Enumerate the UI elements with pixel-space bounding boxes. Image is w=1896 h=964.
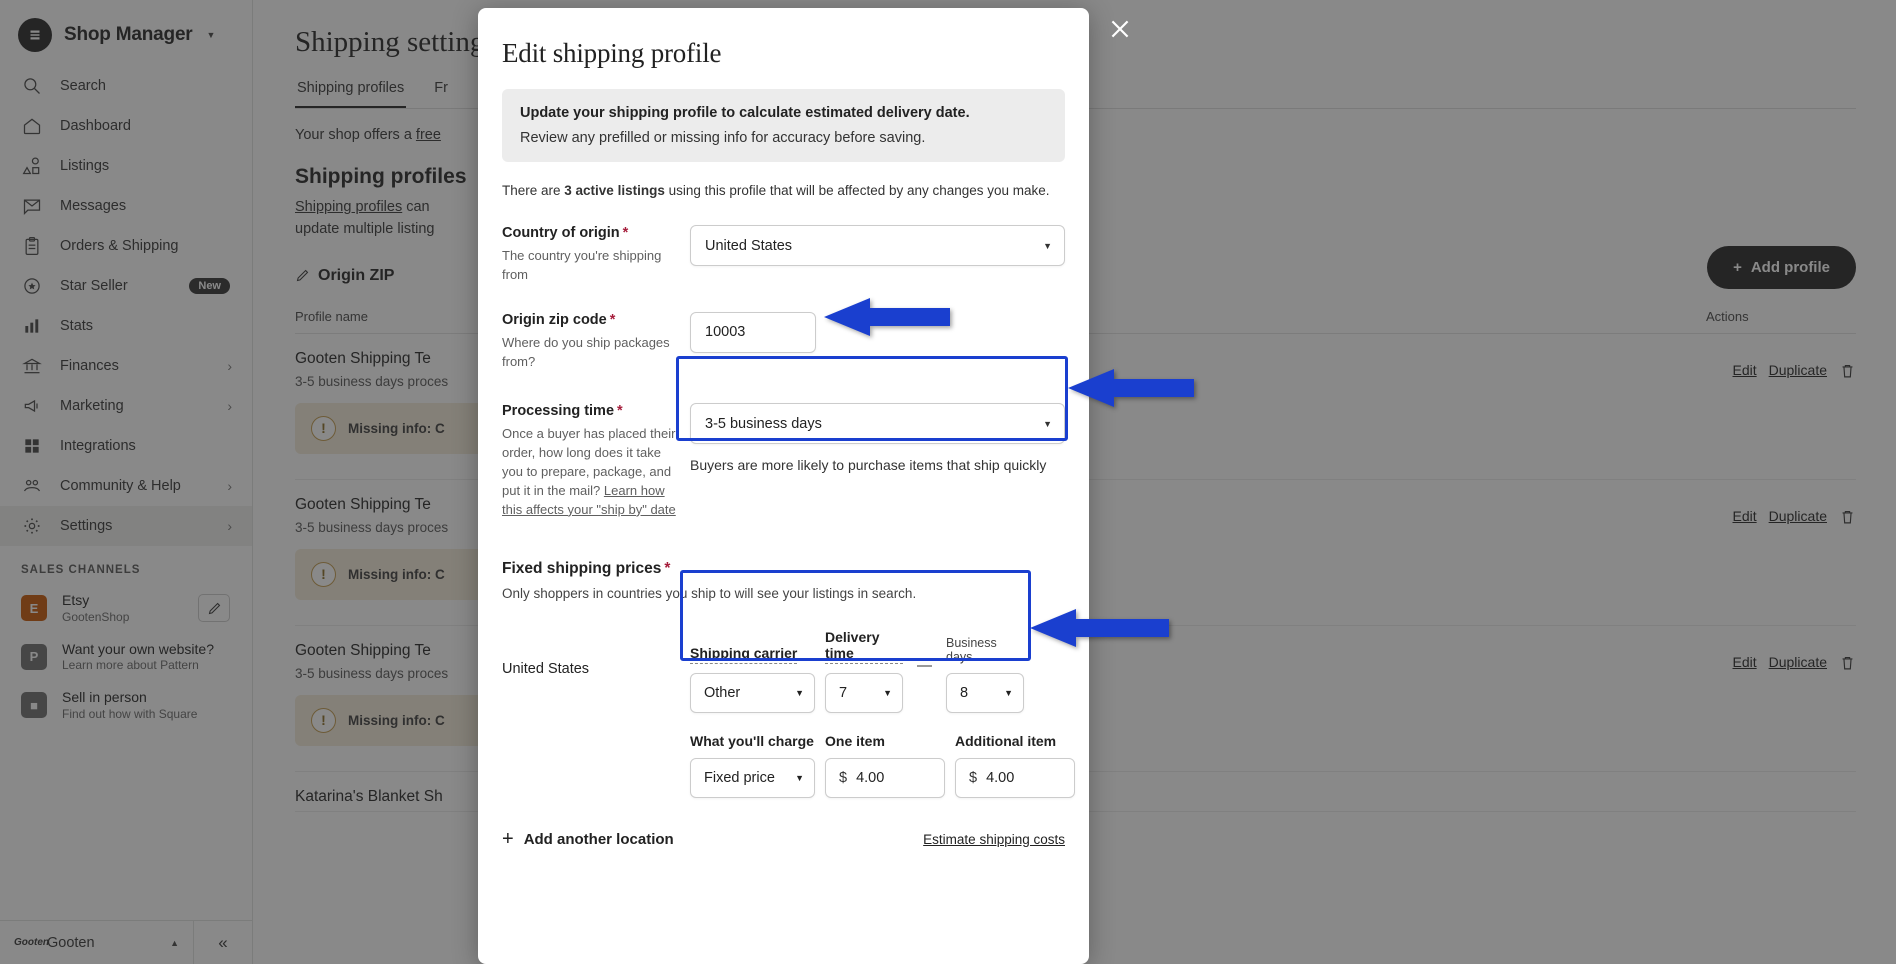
range-dash: — [917,657,932,675]
one-item-price-input[interactable]: $ 4.00 [825,757,945,798]
active-listings-text: There are 3 active listings using this p… [502,183,1065,198]
zip-value: 10003 [705,324,746,341]
additional-item-value: 4.00 [986,769,1015,786]
business-days-label: Business days [946,635,997,664]
estimate-shipping-costs-link[interactable]: Estimate shipping costs [923,832,1065,847]
processing-time-field: Processing time * Once a buyer has placed… [502,403,1065,519]
chevron-down-icon: ▼ [1043,240,1052,251]
country-help: The country you're shipping from [502,248,662,282]
charge-value: Fixed price [704,769,775,786]
charge-row: What you'll charge Fixed price ▼ One ite… [690,733,1075,798]
processing-time-select[interactable]: 3-5 business days ▼ [690,403,1065,445]
country-select[interactable]: United States ▼ [690,225,1065,266]
add-another-location-button[interactable]: + Add another location [502,828,674,851]
required-asterisk: * [617,403,623,420]
carrier-value: Other [704,684,741,701]
shipping-carrier-header: Shipping carrier [690,645,798,664]
country-value: United States [705,237,793,254]
fixed-prices-label: Fixed shipping prices * [502,559,671,577]
currency-symbol: $ [969,769,978,786]
shipping-carrier-select[interactable]: Other ▼ [690,672,815,713]
delivery-max-select[interactable]: 8 ▼ [946,672,1024,713]
delivery-min-value: 7 [839,684,848,701]
additional-item-header: Additional item [955,732,1057,749]
screen: Shop Manager ▼ Search Dashboard Listings… [0,0,1896,964]
chevron-down-icon: ▼ [1004,687,1013,698]
zip-help: Where do you ship packages from? [502,334,670,369]
chevron-down-icon: ▼ [883,687,892,698]
origin-zip-field: Origin zip code * Where do you ship packa… [502,311,1065,372]
processing-label: Processing time * [502,403,623,420]
notice-heading: Update your shipping profile to calculat… [520,105,970,121]
zip-label: Origin zip code * [502,311,616,328]
required-asterisk: * [622,225,629,241]
zip-input[interactable]: 10003 [690,311,816,353]
currency-symbol: $ [839,769,848,786]
notice-text: Review any prefilled or missing info for… [520,130,926,146]
carrier-delivery-row: Shipping carrier Other ▼ Delivery time 7… [690,629,1075,713]
active-prefix: There are [502,183,565,198]
active-count: 3 active listings [564,183,665,198]
delivery-min-select[interactable]: 7 ▼ [825,672,903,713]
active-suffix: using this profile that will be affected… [664,183,1050,198]
one-item-header: One item [825,732,885,749]
fixed-prices-help: Only shoppers in countries you ship to w… [502,585,917,601]
processing-hint: Buyers are more likely to purchase items… [690,457,1047,474]
chevron-down-icon: ▼ [795,687,804,698]
modal-footer: + Add another location Estimate shipping… [502,828,1065,851]
location-name: United States [502,660,590,677]
update-notice: Update your shipping profile to calculat… [502,89,1065,162]
required-asterisk: * [609,311,616,328]
required-asterisk: * [664,559,671,577]
location-row: United States Shipping carrier Other ▼ D… [502,629,1075,798]
charge-type-select[interactable]: Fixed price ▼ [690,757,815,798]
delivery-time-header: Delivery time [825,629,903,664]
fixed-shipping-prices-section: Fixed shipping prices * Only shoppers in … [502,560,1065,601]
close-icon[interactable] [1105,14,1135,44]
chevron-down-icon: ▼ [795,772,804,783]
additional-item-price-input[interactable]: $ 4.00 [955,757,1075,798]
one-item-value: 4.00 [856,769,885,786]
modal-title: Edit shipping profile [502,38,722,68]
processing-help: Once a buyer has placed their order, how… [502,425,676,519]
chevron-down-icon: ▼ [1043,418,1052,429]
processing-value: 3-5 business days [705,415,822,432]
country-label: Country of origin * [502,225,629,241]
plus-icon: + [502,827,514,850]
charge-header: What you'll charge [690,732,814,749]
edit-shipping-profile-modal: Edit shipping profile Update your shippi… [478,8,1089,964]
country-of-origin-field: Country of origin * The country you're sh… [502,225,1065,285]
delivery-max-value: 8 [960,684,969,701]
add-location-label: Add another location [523,830,674,848]
